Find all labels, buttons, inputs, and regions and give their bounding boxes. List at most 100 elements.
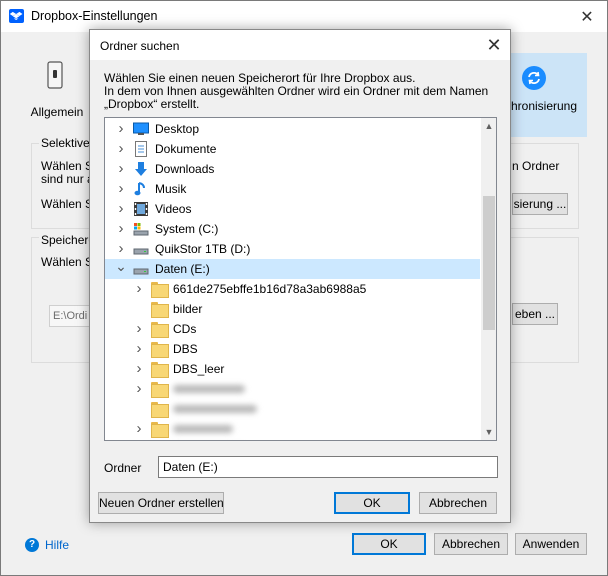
tree-item-label	[173, 422, 233, 436]
chevron-right-icon[interactable]: ›	[115, 161, 127, 176]
folder-icon	[151, 321, 169, 338]
tree-scrollbar[interactable]: ▲ ▼	[481, 118, 496, 440]
downloads-icon	[133, 161, 149, 177]
drive-icon	[133, 261, 149, 277]
tree-item[interactable]: ›	[105, 419, 480, 439]
tree-item[interactable]: ⌄ Daten (E:)	[105, 259, 480, 279]
folder-label: Ordner	[104, 461, 142, 475]
dialog-ok-button[interactable]: OK	[334, 492, 410, 514]
chevron-right-icon[interactable]: ›	[133, 281, 145, 296]
redacted-text	[173, 425, 233, 433]
tree-item-label: QuikStor 1TB (D:)	[155, 242, 251, 256]
system-drive-icon	[133, 221, 149, 237]
tree-item[interactable]: › DBS_leer	[105, 359, 480, 379]
tree-item[interactable]	[105, 399, 480, 419]
chevron-right-icon[interactable]: ›	[115, 221, 127, 236]
dialog-description: Wählen Sie einen neuen Speicherort für I…	[104, 72, 504, 111]
documents-icon	[133, 141, 149, 157]
tree-item[interactable]: › System (C:)	[105, 219, 480, 239]
folder-icon	[151, 421, 169, 438]
tab-sync[interactable]: hronisierung	[501, 53, 587, 137]
tree-item[interactable]	[105, 439, 480, 440]
tree-item-label: 661de275ebffe1b16d78a3ab6988a5	[173, 282, 367, 296]
tree-item[interactable]: › Downloads	[105, 159, 480, 179]
tree-item[interactable]: › Dokumente	[105, 139, 480, 159]
tree-item-label: System (C:)	[155, 222, 219, 236]
description-line-3: „Dropbox“ erstellt.	[104, 97, 200, 111]
scroll-down-arrow-icon[interactable]: ▼	[481, 424, 496, 440]
scroll-thumb[interactable]	[483, 196, 495, 330]
switch-icon	[47, 61, 63, 89]
tree-item-label: DBS_leer	[173, 362, 225, 376]
tab-general[interactable]: Allgemein	[29, 39, 85, 123]
new-folder-button[interactable]: Neuen Ordner erstellen	[98, 492, 224, 514]
browse-folder-dialog: Ordner suchen ✕ Wählen Sie einen neuen S…	[89, 29, 511, 523]
tree-item-label: DBS	[173, 342, 198, 356]
tree-item[interactable]: › CDs	[105, 319, 480, 339]
tree-item[interactable]: › 661de275ebffe1b16d78a3ab6988a5	[105, 279, 480, 299]
no-expander	[133, 402, 145, 416]
drive-icon	[133, 241, 149, 257]
chevron-right-icon[interactable]: ›	[133, 381, 145, 396]
folder-icon	[151, 361, 169, 378]
chevron-right-icon[interactable]: ›	[133, 361, 145, 376]
help-icon[interactable]: ?	[25, 538, 39, 552]
tree-item[interactable]: bilder	[105, 299, 480, 319]
change-location-button[interactable]: eben ...	[512, 303, 558, 325]
chevron-right-icon[interactable]: ›	[115, 141, 127, 156]
storage-path-field[interactable]: E:\Ordi	[49, 305, 91, 327]
music-icon	[133, 181, 149, 197]
tree-item[interactable]: › QuikStor 1TB (D:)	[105, 239, 480, 259]
tree-item-label: Videos	[155, 202, 192, 216]
dialog-close-button[interactable]: ✕	[482, 33, 506, 57]
folder-icon	[151, 341, 169, 358]
folder-icon	[151, 281, 169, 298]
title-bar: Dropbox-Einstellungen ✕	[1, 1, 607, 32]
selective-sync-right-text: n Ordner	[512, 159, 560, 173]
folder-tree[interactable]: › Desktop › Dokumente › Downloads › Musik › Video…	[104, 117, 497, 441]
tree-item-label: Downloads	[155, 162, 215, 176]
folder-input[interactable]: Daten (E:)	[158, 456, 498, 478]
folder-icon	[151, 301, 169, 318]
tree-item-label: Dokumente	[155, 142, 217, 156]
redacted-text	[173, 385, 245, 393]
cancel-button[interactable]: Abbrechen	[434, 533, 508, 555]
chevron-right-icon[interactable]: ›	[133, 421, 145, 436]
help-link[interactable]: Hilfe	[45, 538, 69, 552]
ok-button[interactable]: OK	[352, 533, 426, 555]
tree-item[interactable]: › Videos	[105, 199, 480, 219]
chevron-right-icon[interactable]: ›	[115, 201, 127, 216]
tree-item[interactable]: ›	[105, 379, 480, 399]
folder-icon	[151, 401, 169, 418]
chevron-right-icon[interactable]: ›	[115, 241, 127, 256]
tree-item[interactable]: › DBS	[105, 339, 480, 359]
window-title: Dropbox-Einstellungen	[31, 9, 158, 23]
tree-item-label: bilder	[173, 302, 203, 316]
no-expander	[133, 302, 145, 316]
selective-sync-button[interactable]: sierung ...	[512, 193, 568, 215]
tree-item[interactable]: › Desktop	[105, 119, 480, 139]
apply-button[interactable]: Anwenden	[515, 533, 587, 555]
tree-item[interactable]: › Musik	[105, 179, 480, 199]
chevron-right-icon[interactable]: ›	[133, 321, 145, 336]
tab-general-label: Allgemein	[30, 105, 84, 119]
scroll-up-arrow-icon[interactable]: ▲	[481, 118, 496, 134]
chevron-right-icon[interactable]: ›	[115, 181, 127, 196]
dialog-title-bar: Ordner suchen ✕	[90, 30, 510, 60]
tab-sync-label: hronisierung	[510, 99, 578, 113]
redacted-text	[173, 405, 257, 413]
tree-item-label: Desktop	[155, 122, 200, 136]
dropbox-logo-icon	[9, 9, 24, 23]
tree-item-label	[173, 402, 257, 416]
videos-icon	[133, 201, 149, 217]
window-close-button[interactable]: ✕	[573, 7, 601, 27]
sync-icon	[522, 66, 546, 90]
chevron-down-icon[interactable]: ⌄	[115, 259, 127, 273]
tree-item-label: Daten (E:)	[155, 262, 210, 276]
dialog-cancel-button[interactable]: Abbrechen	[419, 492, 497, 514]
dialog-title: Ordner suchen	[100, 39, 180, 53]
chevron-right-icon[interactable]: ›	[115, 121, 127, 136]
tree-item-label: CDs	[173, 322, 197, 336]
chevron-right-icon[interactable]: ›	[133, 341, 145, 356]
tree-item-label	[173, 382, 245, 396]
